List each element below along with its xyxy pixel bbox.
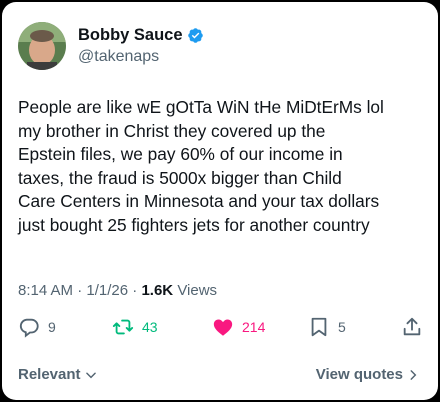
share-button[interactable] (401, 316, 423, 338)
sort-replies-dropdown[interactable]: Relevant (18, 366, 98, 383)
retweet-icon (112, 319, 134, 335)
reply-button[interactable]: 9 (18, 316, 56, 338)
verified-badge-icon (187, 28, 203, 43)
meta-separator: · (77, 282, 83, 299)
tweet-time[interactable]: 8:14 AM (18, 282, 73, 299)
sort-label: Relevant (18, 366, 81, 383)
chevron-down-icon (85, 372, 96, 378)
bookmark-icon (311, 317, 327, 337)
tweet-meta: 8:14 AM · 1/1/26 · 1.6K Views (18, 282, 217, 299)
heart-icon (213, 319, 233, 336)
view-quotes-link[interactable]: View quotes (316, 366, 420, 383)
like-count: 214 (242, 319, 266, 335)
chevron-right-icon (410, 369, 417, 380)
tweet-date[interactable]: 1/1/26 (86, 282, 128, 299)
author-handle[interactable]: @takenaps (78, 48, 159, 66)
tweet-card: Bobby Sauce @takenaps People are like wE… (2, 2, 438, 400)
share-icon (403, 317, 421, 336)
reply-count: 9 (48, 319, 56, 335)
reply-icon (19, 318, 39, 338)
views-count: 1.6K (141, 282, 174, 299)
action-bar: 9 43 214 5 (2, 316, 438, 342)
view-quotes-label: View quotes (315, 366, 403, 383)
bookmark-button[interactable]: 5 (308, 316, 346, 338)
avatar[interactable] (18, 22, 66, 70)
retweet-count: 43 (142, 319, 158, 335)
tweet-text: People are like wE gOtTa WiN tHe MiDtErM… (18, 97, 384, 235)
author-display-name[interactable]: Bobby Sauce (78, 26, 183, 45)
meta-separator: · (132, 282, 138, 299)
like-button[interactable]: 214 (212, 316, 265, 338)
retweet-button[interactable]: 43 (112, 316, 158, 338)
bookmark-count: 5 (338, 319, 346, 335)
views-label: Views (177, 282, 218, 299)
